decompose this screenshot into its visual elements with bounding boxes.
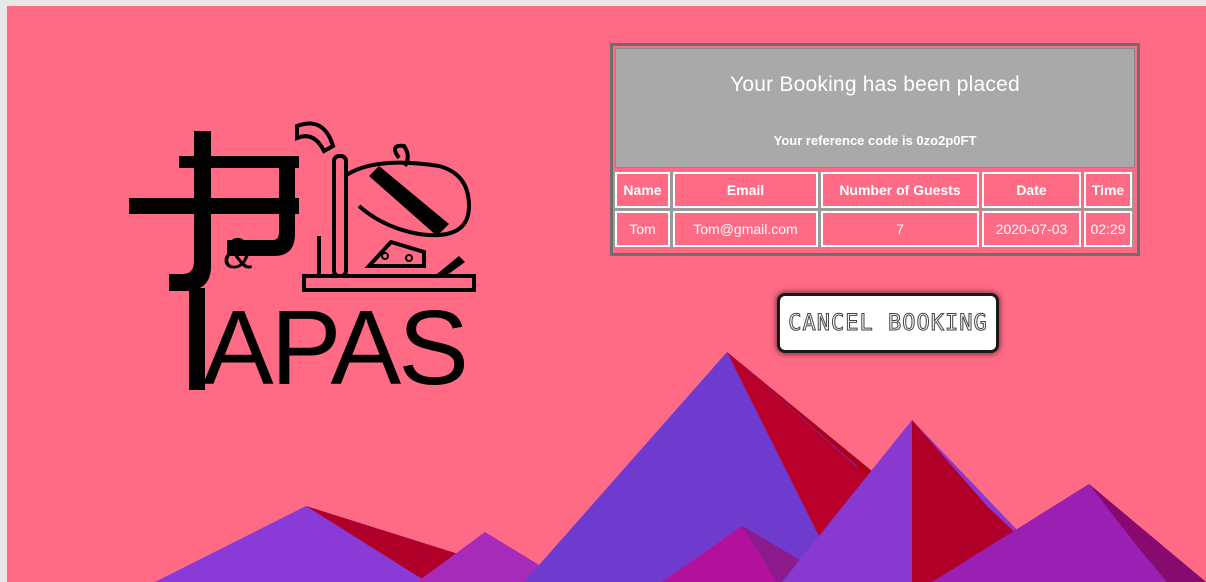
logo-graphic: & APAS	[129, 121, 476, 396]
cell-time: 02:29	[1083, 210, 1133, 248]
cell-email: Tom@gmail.com	[672, 210, 819, 248]
svg-text:&: &	[223, 229, 252, 278]
cell-date: 2020-07-03	[981, 210, 1082, 248]
column-header-date: Date	[981, 171, 1082, 209]
column-header-time: Time	[1083, 171, 1133, 209]
cancel-booking-button[interactable]: CANCEL BOOKING	[777, 293, 999, 353]
column-header-guests: Number of Guests	[820, 171, 980, 209]
booking-summary-table: Your Booking has been placed Your refere…	[610, 43, 1140, 256]
cell-name: Tom	[614, 210, 671, 248]
column-header-name: Name	[614, 171, 671, 209]
booking-confirmation-page: & APAS Your Booking has been placed Your…	[7, 6, 1206, 582]
booking-details-grid: Name Email Number of Guests Date Time To…	[614, 171, 1135, 252]
booking-title: Your Booking has been placed	[730, 73, 1020, 96]
cell-guests: 7	[820, 210, 980, 248]
svg-text:APAS: APAS	[203, 289, 466, 396]
reference-code: Your reference code is 0zo2p0FT	[773, 133, 977, 148]
booking-header: Your Booking has been placed Your refere…	[615, 48, 1135, 168]
jj-tapas-logo: & APAS	[119, 116, 499, 396]
column-header-email: Email	[672, 171, 819, 209]
